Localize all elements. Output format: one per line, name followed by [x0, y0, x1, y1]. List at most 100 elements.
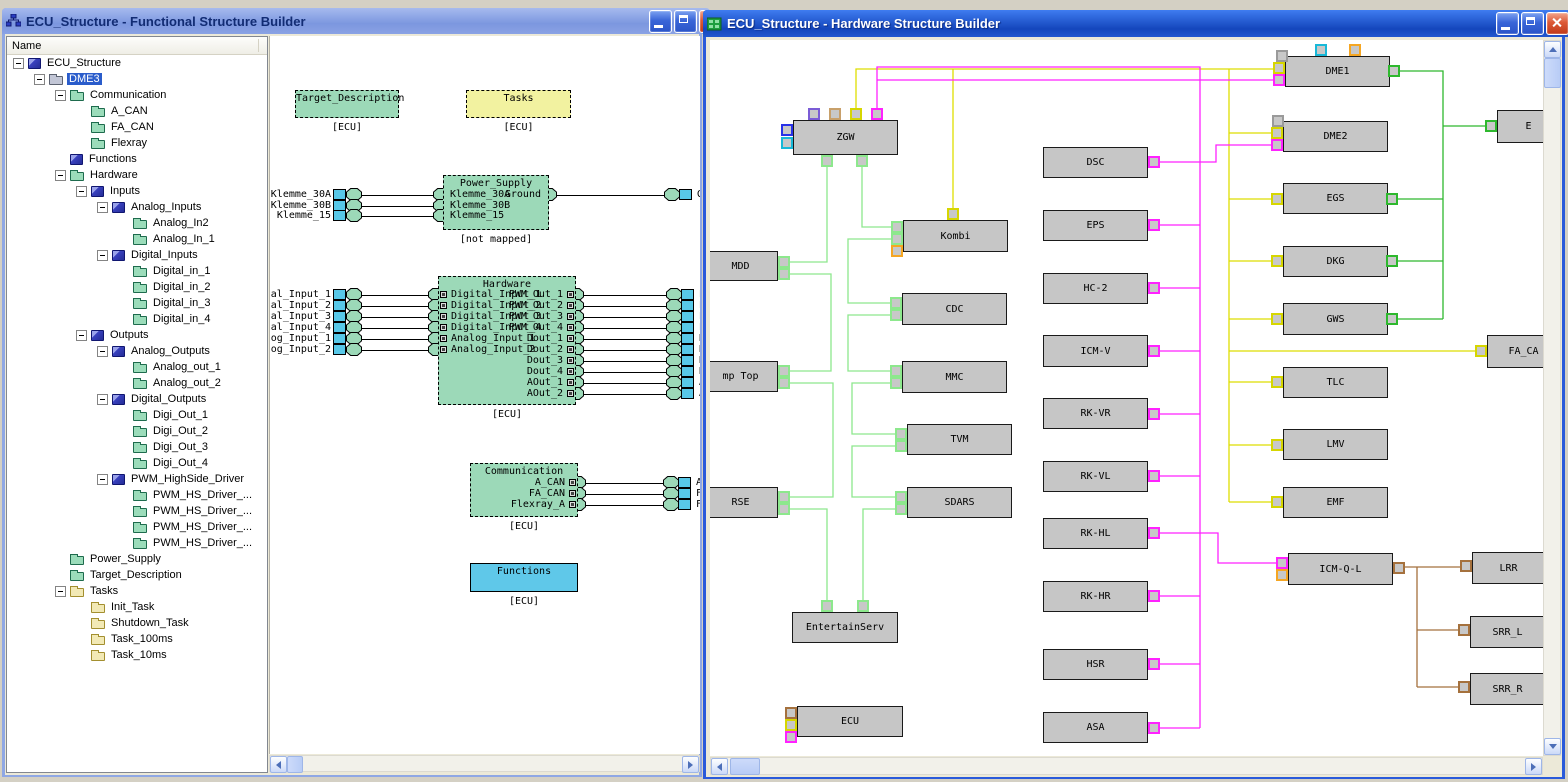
bus-port-m[interactable] [1148, 590, 1160, 602]
node-SDARS[interactable]: SDARS [907, 487, 1012, 518]
column-divider[interactable] [258, 39, 259, 52]
bus-port-g[interactable] [1386, 255, 1398, 267]
bus-port-m[interactable] [1276, 557, 1288, 569]
node-MDD[interactable]: MDD [710, 251, 778, 281]
signal-terminal[interactable] [681, 311, 694, 322]
signal-terminal[interactable] [333, 333, 346, 344]
connector-port[interactable] [663, 498, 679, 511]
bus-port-o[interactable] [1276, 569, 1288, 581]
node-HC-2[interactable]: HC-2 [1043, 273, 1148, 304]
port-glyph[interactable] [569, 490, 576, 497]
scroll-thumb[interactable] [1544, 58, 1561, 88]
tree-item-Digital_Outputs[interactable]: Digital_Outputs [7, 391, 267, 407]
tree-item-FA_CAN[interactable]: FA_CAN [7, 119, 267, 135]
scroll-left-button[interactable] [270, 756, 287, 773]
bus-port-lg[interactable] [891, 233, 903, 245]
block-Tasks[interactable]: Tasks [466, 90, 571, 118]
bus-port-c[interactable] [781, 137, 793, 149]
bus-port-lg[interactable] [821, 600, 833, 612]
node-RK-HL[interactable]: RK-HL [1043, 518, 1148, 549]
bus-port-y[interactable] [1271, 193, 1283, 205]
node-RSE[interactable]: RSE [710, 487, 778, 518]
expand-toggle[interactable] [97, 202, 108, 213]
bus-port-m[interactable] [1148, 345, 1160, 357]
tree-item-Digi_Out_3[interactable]: Digi_Out_3 [7, 439, 267, 455]
connector-port[interactable] [664, 188, 680, 201]
tree-item-Digital_in_1[interactable]: Digital_in_1 [7, 263, 267, 279]
bus-port-lg[interactable] [895, 503, 907, 515]
port-glyph[interactable] [567, 324, 574, 331]
connector-port[interactable] [666, 387, 682, 400]
node-E[interactable]: E [1497, 110, 1543, 143]
node-DME1[interactable]: DME1 [1285, 56, 1390, 87]
node-EPS[interactable]: EPS [1043, 210, 1148, 241]
close-button[interactable] [1546, 12, 1568, 35]
tree-item-Analog_out_2[interactable]: Analog_out_2 [7, 375, 267, 391]
bus-port-lg[interactable] [890, 365, 902, 377]
node-RK-HR[interactable]: RK-HR [1043, 581, 1148, 612]
signal-terminal[interactable] [333, 344, 346, 355]
tree-item-ECU_Structure[interactable]: ECU_Structure [7, 55, 267, 71]
expand-toggle[interactable] [76, 330, 87, 341]
signal-terminal[interactable] [678, 488, 691, 499]
bus-port-m[interactable] [1148, 470, 1160, 482]
bus-port-m[interactable] [1148, 658, 1160, 670]
tree-item-Digi_Out_1[interactable]: Digi_Out_1 [7, 407, 267, 423]
node-EMF[interactable]: EMF [1283, 487, 1388, 518]
node-DME2[interactable]: DME2 [1283, 121, 1388, 152]
node-ICM-V[interactable]: ICM-V [1043, 335, 1148, 367]
tree-item-Tasks[interactable]: Tasks [7, 583, 267, 599]
minimize-button[interactable] [1496, 12, 1519, 35]
expand-toggle[interactable] [97, 346, 108, 357]
tree-item-Power_Supply[interactable]: Power_Supply [7, 551, 267, 567]
signal-terminal[interactable] [681, 366, 694, 377]
bus-port-y[interactable] [1271, 496, 1283, 508]
port-glyph[interactable] [567, 313, 574, 320]
bus-port-lg[interactable] [890, 377, 902, 389]
bus-port-y[interactable] [947, 208, 959, 220]
tree-item-Analog_In_1[interactable]: Analog_In_1 [7, 231, 267, 247]
block-Functions[interactable]: Functions [470, 563, 578, 592]
tree-item-Digi_Out_4[interactable]: Digi_Out_4 [7, 455, 267, 471]
hardware-hscrollbar[interactable] [710, 757, 1543, 775]
tree-column-header[interactable]: Name [7, 37, 267, 55]
signal-terminal[interactable] [333, 322, 346, 333]
bus-port-y[interactable] [1271, 313, 1283, 325]
bus-port-t[interactable] [829, 108, 841, 120]
bus-port-gy[interactable] [1272, 115, 1284, 127]
tree-item-PWM_HS_Driver_...[interactable]: PWM_HS_Driver_... [7, 519, 267, 535]
maximize-button[interactable] [674, 10, 697, 33]
connector-port[interactable] [346, 343, 362, 356]
tree-item-DME3[interactable]: DME3 [7, 71, 267, 87]
node-HSR[interactable]: HSR [1043, 649, 1148, 680]
node-DKG[interactable]: DKG [1283, 246, 1388, 277]
node-EGS[interactable]: EGS [1283, 183, 1388, 214]
tree-item-PWM_HighSide_Driver[interactable]: PWM_HighSide_Driver [7, 471, 267, 487]
bus-port-br[interactable] [1458, 624, 1470, 636]
bus-port-lg[interactable] [890, 309, 902, 321]
bus-port-br[interactable] [785, 707, 797, 719]
bus-port-y[interactable] [1271, 376, 1283, 388]
signal-terminal[interactable] [333, 210, 346, 221]
node-RK-VR[interactable]: RK-VR [1043, 398, 1148, 429]
bus-port-lg[interactable] [857, 600, 869, 612]
tree-item-Task_100ms[interactable]: Task_100ms [7, 631, 267, 647]
scroll-up-button[interactable] [1544, 41, 1561, 58]
port-glyph[interactable] [567, 291, 574, 298]
bus-port-lg[interactable] [895, 491, 907, 503]
expand-toggle[interactable] [55, 586, 66, 597]
tree-item-Communication[interactable]: Communication [7, 87, 267, 103]
tree-item-PWM_HS_Driver_...[interactable]: PWM_HS_Driver_... [7, 535, 267, 551]
bus-port-b[interactable] [781, 124, 793, 136]
tree-item-Outputs[interactable]: Outputs [7, 327, 267, 343]
port-glyph[interactable] [567, 368, 574, 375]
node-GWS[interactable]: GWS [1283, 303, 1388, 335]
signal-terminal[interactable] [681, 355, 694, 366]
tree-item-Digi_Out_2[interactable]: Digi_Out_2 [7, 423, 267, 439]
bus-port-gy[interactable] [1276, 50, 1288, 62]
bus-port-br[interactable] [1458, 681, 1470, 693]
hardware-vscrollbar[interactable] [1543, 40, 1561, 756]
bus-port-m[interactable] [1148, 527, 1160, 539]
bus-port-g[interactable] [1386, 193, 1398, 205]
tree-item-Hardware[interactable]: Hardware [7, 167, 267, 183]
